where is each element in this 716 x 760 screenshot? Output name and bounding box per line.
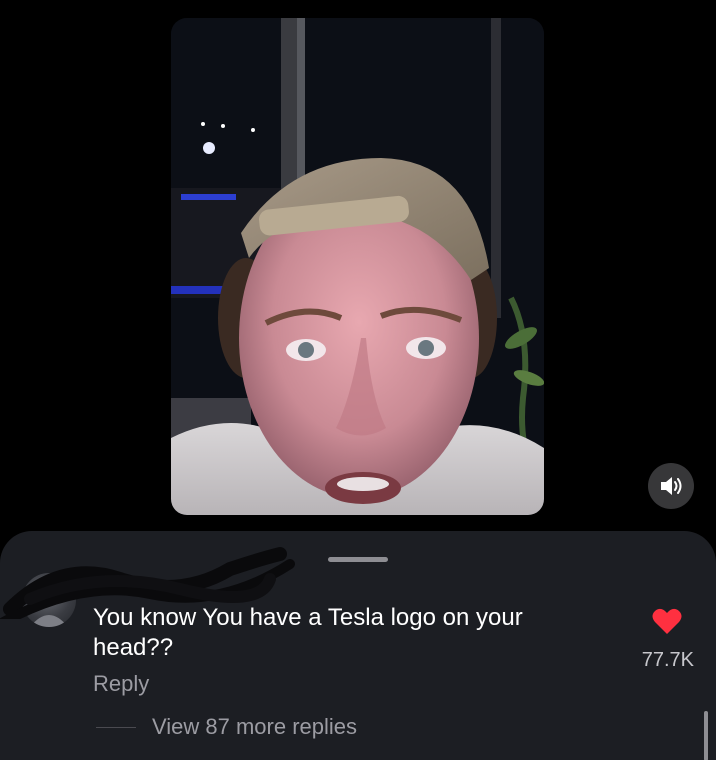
comment-text: You know You have a Tesla logo on your h… <box>93 604 523 661</box>
mute-toggle-button[interactable] <box>648 463 694 509</box>
sheet-grabber-handle[interactable] <box>328 557 388 562</box>
speaker-volume-icon <box>661 477 682 495</box>
screen: n You know You have a Tesla logo on your… <box>0 0 716 760</box>
like-count: 77.7K <box>641 649 694 671</box>
comments-sheet: n You know You have a Tesla logo on your… <box>0 531 716 760</box>
video-frame-image <box>171 18 544 515</box>
reply-button[interactable]: Reply <box>93 671 149 697</box>
heart-icon[interactable] <box>652 607 682 635</box>
replies-divider <box>96 727 136 728</box>
view-more-replies-button[interactable]: View 87 more replies <box>152 714 357 740</box>
scrollbar[interactable] <box>704 711 708 760</box>
video-player[interactable] <box>171 18 544 515</box>
